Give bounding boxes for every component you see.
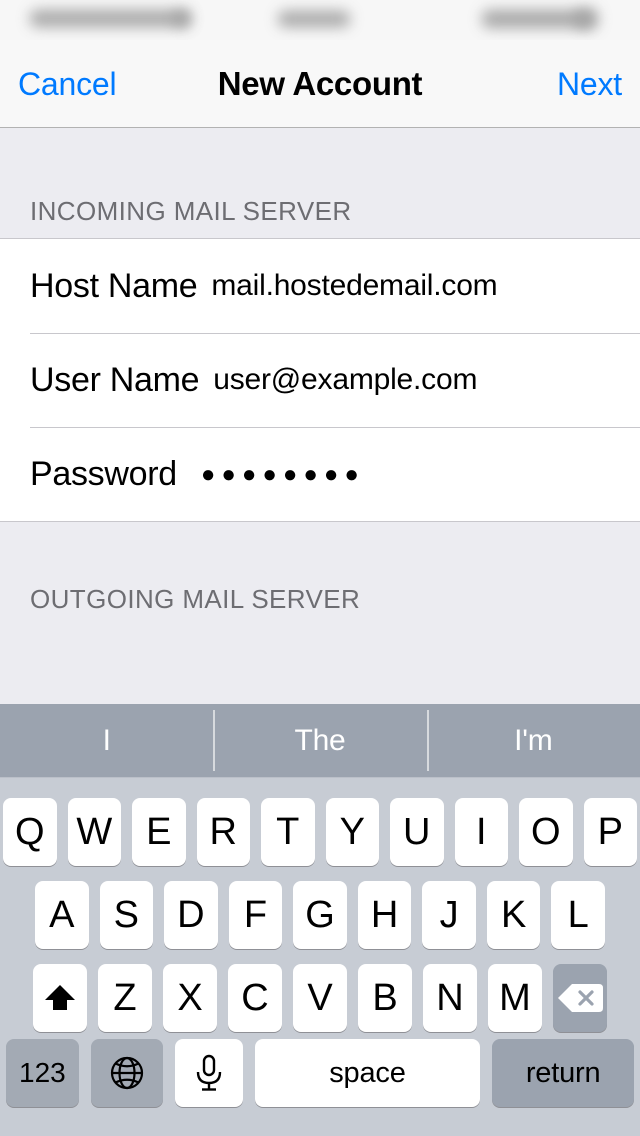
on-screen-keyboard: I The I'm Q W E R T Y U I O P A S D F G …: [0, 704, 640, 1136]
password-label: Password: [30, 455, 177, 493]
key-l[interactable]: L: [551, 880, 606, 949]
host-name-input[interactable]: mail.hostedemail.com: [211, 271, 497, 301]
dictation-key[interactable]: [175, 1039, 243, 1107]
suggestion-item[interactable]: I: [0, 704, 213, 777]
keyboard-keys: Q W E R T Y U I O P A S D F G H J K L Z …: [0, 778, 640, 1136]
suggestion-item[interactable]: I'm: [426, 704, 640, 777]
key-n[interactable]: N: [423, 963, 477, 1032]
status-bar: [0, 0, 640, 40]
microphone-icon: [196, 1054, 222, 1091]
delete-key[interactable]: [553, 963, 607, 1032]
key-d[interactable]: D: [164, 880, 218, 949]
suggestion-item[interactable]: The: [213, 704, 426, 777]
password-row[interactable]: Password ●●●●●●●●: [0, 427, 640, 521]
key-a[interactable]: A: [34, 880, 89, 949]
key-b[interactable]: B: [358, 963, 412, 1032]
key-g[interactable]: G: [293, 880, 347, 949]
keyboard-row-3: Z X C V B N M: [0, 956, 640, 1039]
shift-key[interactable]: [33, 963, 87, 1032]
next-button[interactable]: Next: [557, 68, 622, 100]
predictive-suggestion-bar: I The I'm: [0, 704, 640, 778]
key-k[interactable]: K: [486, 880, 541, 949]
key-z[interactable]: Z: [98, 963, 152, 1032]
section-header-label: OUTGOING MAIL SERVER: [30, 584, 361, 614]
incoming-mail-server-header: INCOMING MAIL SERVER: [0, 128, 640, 238]
keyboard-row-2: A S D F G H J K L: [0, 873, 640, 956]
host-name-label: Host Name: [30, 267, 198, 305]
keyboard-row-4: 123 space return: [0, 1039, 640, 1131]
cancel-button[interactable]: Cancel: [18, 68, 117, 100]
key-e[interactable]: E: [132, 797, 186, 866]
incoming-mail-server-group: Host Name mail.hostedemail.com User Name…: [0, 238, 640, 522]
key-c[interactable]: C: [228, 963, 282, 1032]
key-f[interactable]: F: [228, 880, 283, 949]
key-y[interactable]: Y: [325, 797, 379, 866]
iphone-screen: Cancel New Account Next INCOMING MAIL SE…: [0, 0, 640, 1136]
user-name-row[interactable]: User Name user@example.com: [0, 333, 640, 427]
globe-key[interactable]: [90, 1039, 164, 1107]
status-wifi-redacted: [174, 11, 190, 26]
key-u[interactable]: U: [390, 797, 444, 866]
navigation-bar: Cancel New Account Next: [0, 40, 640, 128]
numbers-key[interactable]: 123: [6, 1039, 79, 1107]
key-o[interactable]: O: [519, 797, 573, 866]
key-q[interactable]: Q: [3, 797, 57, 866]
delete-icon: [558, 983, 603, 1012]
user-name-input[interactable]: user@example.com: [213, 365, 477, 395]
key-t[interactable]: T: [261, 797, 315, 866]
space-key[interactable]: space: [254, 1039, 481, 1107]
key-r[interactable]: R: [196, 797, 250, 866]
key-w[interactable]: W: [67, 797, 121, 866]
status-carrier-redacted: [30, 10, 190, 27]
globe-icon: [110, 1056, 144, 1090]
section-header-label: INCOMING MAIL SERVER: [30, 196, 352, 226]
key-s[interactable]: S: [99, 880, 154, 949]
outgoing-mail-server-header: OUTGOING MAIL SERVER: [0, 522, 640, 628]
status-battery-redacted: [482, 10, 590, 28]
key-h[interactable]: H: [357, 880, 412, 949]
keyboard-row-1: Q W E R T Y U I O P: [0, 790, 640, 873]
key-m[interactable]: M: [488, 963, 542, 1032]
shift-icon: [45, 984, 75, 1010]
password-input[interactable]: ●●●●●●●●: [201, 463, 365, 487]
key-v[interactable]: V: [293, 963, 347, 1032]
status-clock-redacted: [278, 11, 350, 27]
user-name-label: User Name: [30, 361, 200, 399]
status-battery-icon-redacted: [576, 9, 598, 29]
key-i[interactable]: I: [454, 797, 508, 866]
return-key[interactable]: return: [492, 1039, 634, 1107]
key-j[interactable]: J: [422, 880, 476, 949]
key-p[interactable]: P: [583, 797, 637, 866]
host-name-row[interactable]: Host Name mail.hostedemail.com: [0, 239, 640, 333]
key-x[interactable]: X: [163, 963, 217, 1032]
